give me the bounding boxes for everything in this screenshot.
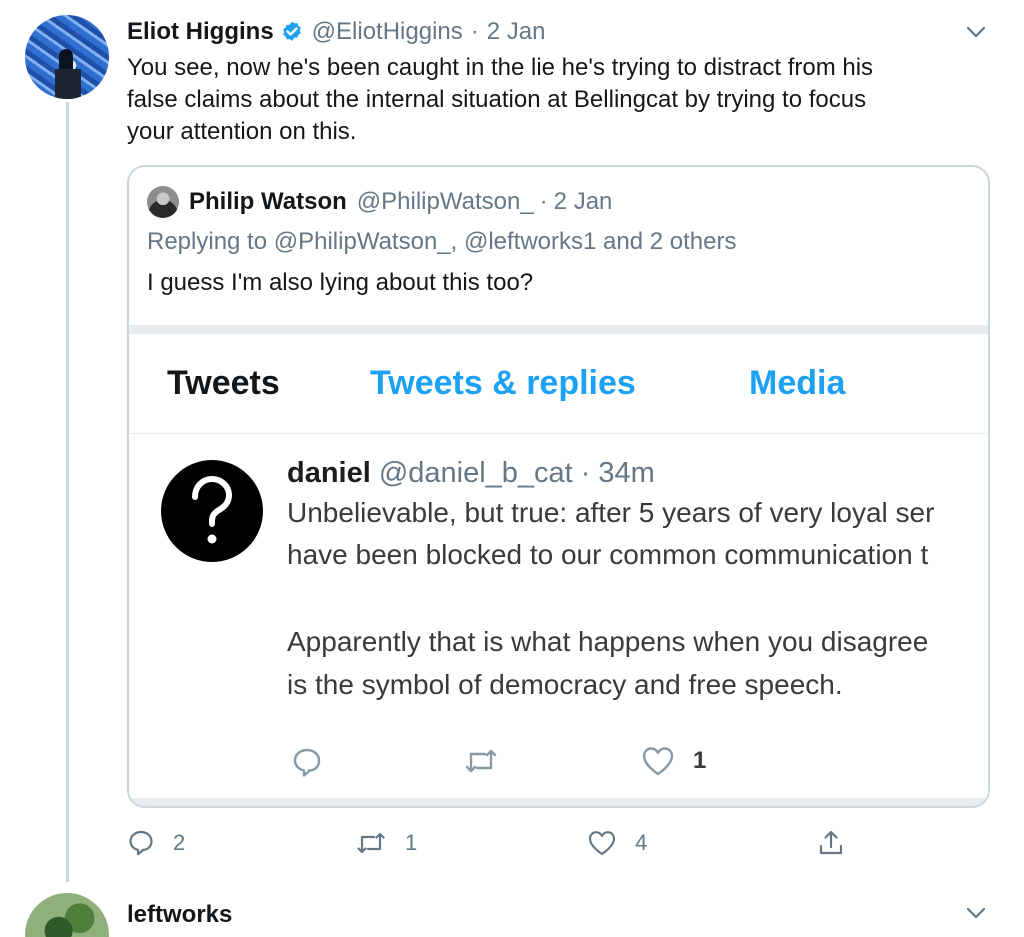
screenshot-display-name: daniel xyxy=(287,456,371,489)
replying-to-line: Replying to @PhilipWatson_, @leftworks1 … xyxy=(147,228,736,256)
tweet-text-line: false claims about the internal situatio… xyxy=(127,86,867,113)
reply-icon xyxy=(291,746,323,778)
quoted-date: 2 Jan xyxy=(553,188,613,215)
screenshot-text-line: Apparently that is what happens when you… xyxy=(287,626,929,657)
reply-count: 2 xyxy=(173,830,186,855)
quoted-tweet-card[interactable]: Philip Watson @PhilipWatson_ · 2 Jan Rep… xyxy=(127,165,990,808)
author-display-name[interactable]: Eliot Higgins xyxy=(127,18,274,46)
quoted-avatar xyxy=(147,186,179,218)
replying-to-targets: @PhilipWatson_, @leftworks1 and 2 others xyxy=(273,228,737,255)
thread-connector-line xyxy=(66,102,69,882)
tweet-text-line: your attention on this. xyxy=(127,118,357,145)
quoted-handle: @PhilipWatson_ xyxy=(356,188,534,215)
chevron-down-icon[interactable] xyxy=(966,906,986,920)
separator-dot: · xyxy=(539,188,548,215)
chevron-down-icon[interactable] xyxy=(966,25,986,39)
separator-dot: · xyxy=(580,456,591,489)
retweet-icon xyxy=(463,746,499,776)
avatar[interactable] xyxy=(25,15,109,99)
tweet-text-line: You see, now he's been caught in the lie… xyxy=(127,54,874,81)
retweet-count: 1 xyxy=(405,830,418,855)
question-mark-icon xyxy=(161,460,263,562)
share-icon xyxy=(819,830,843,855)
retweet-icon xyxy=(357,832,385,854)
screenshot-tab-tweets: Tweets xyxy=(167,364,280,402)
tweet-date[interactable]: 2 Jan xyxy=(487,18,546,46)
retweet-button[interactable]: 1 xyxy=(355,829,417,857)
verified-badge-icon xyxy=(280,20,304,44)
reply-icon xyxy=(129,830,153,856)
share-button[interactable] xyxy=(817,829,845,857)
avatar-figure xyxy=(59,49,73,71)
like-icon xyxy=(588,831,616,856)
tweet-header: Eliot Higgins @EliotHiggins · 2 Jan xyxy=(127,16,545,48)
screenshot-tab-replies: Tweets & replies xyxy=(370,364,636,402)
screenshot-text-line: is the symbol of democracy and free spee… xyxy=(287,669,843,700)
avatar[interactable] xyxy=(25,893,109,937)
reply-button[interactable]: 2 xyxy=(127,829,185,857)
screenshot-tweet-header: daniel @daniel_b_cat · 34m xyxy=(287,453,655,493)
avatar-podium xyxy=(55,69,81,99)
screenshot-text-line: have been blocked to our common communic… xyxy=(287,539,929,570)
separator-dot: · xyxy=(470,18,479,45)
screenshot-tab-media: Media xyxy=(749,364,846,402)
quoted-display-name: Philip Watson xyxy=(189,188,347,215)
screenshot-handle: @daniel_b_cat xyxy=(378,456,573,489)
screenshot-text-line: Unbelievable, but true: after 5 years of… xyxy=(287,497,935,528)
like-icon: 1 xyxy=(641,746,706,776)
quoted-tweet-header: Philip Watson @PhilipWatson_ · 2 Jan xyxy=(189,186,612,218)
quoted-tweet-text: I guess I'm also lying about this too? xyxy=(147,269,534,296)
screenshot-like-count: 1 xyxy=(693,747,707,774)
author-handle[interactable]: @EliotHiggins xyxy=(312,18,463,46)
replying-to-prefix: Replying to xyxy=(147,228,274,255)
divider xyxy=(129,798,988,806)
tweet-text: You see, now he's been caught in the lie… xyxy=(127,52,987,148)
next-author-display-name[interactable]: leftworks xyxy=(127,901,232,929)
screenshot-time: 34m xyxy=(598,456,655,489)
like-count: 4 xyxy=(635,830,648,855)
like-button[interactable]: 4 xyxy=(587,829,647,857)
attached-screenshot-image[interactable]: Tweets Tweets & replies Media daniel @da… xyxy=(129,325,988,806)
divider xyxy=(129,433,988,434)
